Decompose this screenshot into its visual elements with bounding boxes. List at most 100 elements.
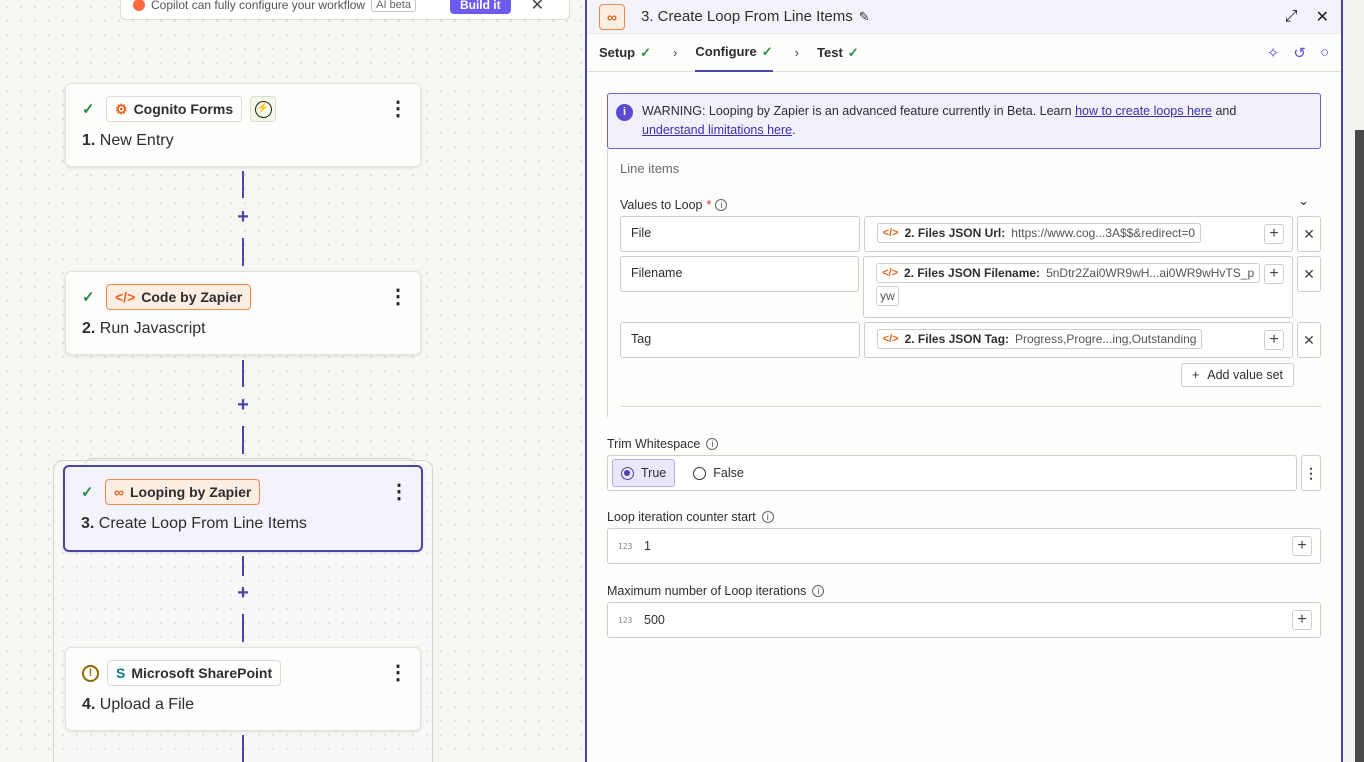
insert-data-button[interactable]: + (1264, 224, 1285, 244)
info-icon[interactable]: i (715, 199, 728, 211)
step-card-2[interactable]: ✓ </> Code by Zapier ⋮ 2. Run Javascript (65, 271, 421, 355)
app-pill: </> Code by Zapier (106, 284, 252, 310)
comment-icon[interactable]: ○ (1320, 44, 1329, 62)
check-icon: ✓ (82, 289, 95, 306)
max-iterations-input[interactable]: 123 500 + (607, 602, 1321, 638)
check-icon: ✓ (81, 484, 94, 501)
build-it-button[interactable]: Build it (449, 0, 511, 14)
step-card-3[interactable]: ✓ ∞ Looping by Zapier ⋮ 3. Create Loop F… (63, 465, 423, 552)
radio-empty-icon (693, 466, 707, 480)
panel-tools: ✧ ↺ ○ (1267, 44, 1329, 62)
step-card-1[interactable]: ✓ ⚙ Cognito Forms ⚡ ⋮ 1. New Entry (65, 83, 421, 167)
value-field[interactable]: </> 2. Files JSON Filename: 5nDtr2Zai0WR… (863, 256, 1294, 318)
key-field[interactable]: Tag (620, 322, 860, 358)
radio-true[interactable]: True (612, 459, 676, 487)
trim-radio-group: True False (607, 455, 1298, 491)
value-row-filename: Filename </> 2. Files JSON Filename: 5nD… (620, 256, 1321, 318)
data-token[interactable]: </> 2. Files JSON Url: https://www.cog..… (876, 223, 1202, 243)
required-marker: * (706, 198, 712, 212)
lightning-icon: ⚡ (254, 100, 272, 118)
connector-line (242, 426, 244, 454)
insert-data-button[interactable]: + (1264, 264, 1285, 284)
field-options-button[interactable]: ⋮ (1301, 455, 1321, 491)
remove-row-button[interactable]: ✕ (1297, 256, 1321, 292)
undo-icon[interactable]: ↺ (1293, 44, 1306, 62)
app-name: Code by Zapier (141, 289, 243, 305)
info-icon: i (616, 104, 633, 121)
chevron-down-icon[interactable]: ⌄ (1298, 193, 1309, 209)
info-icon[interactable]: i (812, 585, 825, 597)
expand-icon[interactable]: ⤢ (1285, 8, 1298, 26)
check-icon: ✓ (761, 43, 773, 59)
connector-line (242, 556, 244, 576)
app-name: Cognito Forms (133, 101, 234, 117)
more-options-icon[interactable]: ⋮ (388, 287, 408, 307)
ai-beta-badge: AI beta (371, 0, 416, 12)
key-field[interactable]: Filename (620, 256, 860, 292)
more-options-icon[interactable]: ⋮ (388, 99, 408, 119)
token-continuation: yw (876, 286, 899, 306)
tab-test[interactable]: Test ✓ (817, 34, 859, 72)
ai-sparkle-icon[interactable]: ✧ (1267, 44, 1280, 62)
code-icon: </> (882, 267, 898, 279)
remove-row-button[interactable]: ✕ (1297, 322, 1322, 358)
insert-data-button[interactable]: + (1264, 330, 1285, 350)
add-step-plus-icon[interactable]: + (234, 583, 252, 603)
loop-icon: ∞ (114, 484, 124, 500)
sharepoint-icon: S (116, 665, 126, 681)
step-card-4[interactable]: ! S Microsoft SharePoint ⋮ 4. Upload a F… (65, 647, 421, 731)
loop-icon: ∞ (599, 3, 625, 30)
counter-start-input[interactable]: 123 1 + (607, 528, 1321, 564)
connector-line (242, 360, 244, 387)
panel-tabs: Setup ✓ › Configure ✓ › Test ✓ ✧ ↺ ○ (587, 34, 1341, 72)
limitations-link[interactable]: understand limitations here (642, 123, 792, 137)
code-icon: </> (115, 289, 136, 305)
panel-title: 3. Create Loop From Line Items (641, 8, 853, 25)
background-window-edge (1343, 0, 1364, 762)
radio-false[interactable]: False (685, 459, 752, 487)
insert-data-button[interactable]: + (1292, 536, 1312, 556)
app-pill: S Microsoft SharePoint (107, 660, 282, 686)
value-field[interactable]: </> 2. Files JSON Url: https://www.cog..… (863, 216, 1294, 252)
info-icon[interactable]: i (761, 511, 774, 523)
line-items-section: Line items ⌄ Values to Loop * i File </>… (607, 149, 1322, 417)
step-editor-panel: ∞ 3. Create Loop From Line Items ✎ ⤢ ✕ S… (585, 0, 1343, 762)
divider (620, 406, 1322, 407)
more-options-icon[interactable]: ⋮ (389, 482, 409, 502)
workflow-canvas[interactable]: Copilot can fully configure your workflo… (0, 0, 585, 762)
step-title: 4. Upload a File (82, 696, 195, 713)
add-step-plus-icon[interactable]: + (234, 395, 252, 415)
step-title: 3. Create Loop From Line Items (81, 515, 307, 532)
app-pill: ⚙ Cognito Forms (106, 96, 243, 122)
pencil-icon[interactable]: ✎ (859, 9, 870, 25)
info-icon[interactable]: i (706, 438, 719, 450)
panel-header: ∞ 3. Create Loop From Line Items ✎ ⤢ ✕ (587, 0, 1341, 34)
value-row-tag: Tag </> 2. Files JSON Tag: Progress,Prog… (620, 322, 1322, 358)
check-icon: ✓ (82, 101, 95, 118)
connector-line (242, 171, 244, 198)
copilot-icon (133, 0, 145, 11)
check-icon: ✓ (847, 44, 859, 60)
counter-start-section: Loop iteration counter start i 123 1 + (607, 510, 1321, 564)
app-pill: ∞ Looping by Zapier (105, 479, 261, 505)
code-icon: </> (882, 227, 899, 239)
step-title: 2. Run Javascript (82, 320, 206, 337)
close-icon[interactable]: ✕ (1316, 7, 1329, 27)
insert-data-button[interactable]: + (1292, 610, 1312, 630)
value-field[interactable]: </> 2. Files JSON Tag: Progress,Progre..… (863, 322, 1294, 358)
tab-setup[interactable]: Setup ✓ (599, 34, 651, 72)
more-options-icon[interactable]: ⋮ (388, 663, 408, 683)
cognito-gear-icon: ⚙ (115, 100, 128, 117)
data-token[interactable]: </> 2. Files JSON Filename: 5nDtr2Zai0WR… (876, 263, 1261, 283)
data-token[interactable]: </> 2. Files JSON Tag: Progress,Progre..… (876, 329, 1203, 349)
add-step-plus-icon[interactable]: + (234, 207, 252, 227)
counter-start-label: Loop iteration counter start i (607, 510, 1321, 524)
copilot-banner: Copilot can fully configure your workflo… (120, 0, 570, 20)
close-icon[interactable]: ✕ (531, 0, 544, 15)
add-value-set-button[interactable]: + Add value set (1180, 363, 1294, 387)
create-loops-link[interactable]: how to create loops here (1075, 104, 1212, 118)
tab-configure[interactable]: Configure ✓ (695, 34, 773, 72)
warning-icon: ! (82, 664, 99, 682)
remove-row-button[interactable]: ✕ (1297, 216, 1322, 252)
key-field[interactable]: File (620, 216, 860, 252)
